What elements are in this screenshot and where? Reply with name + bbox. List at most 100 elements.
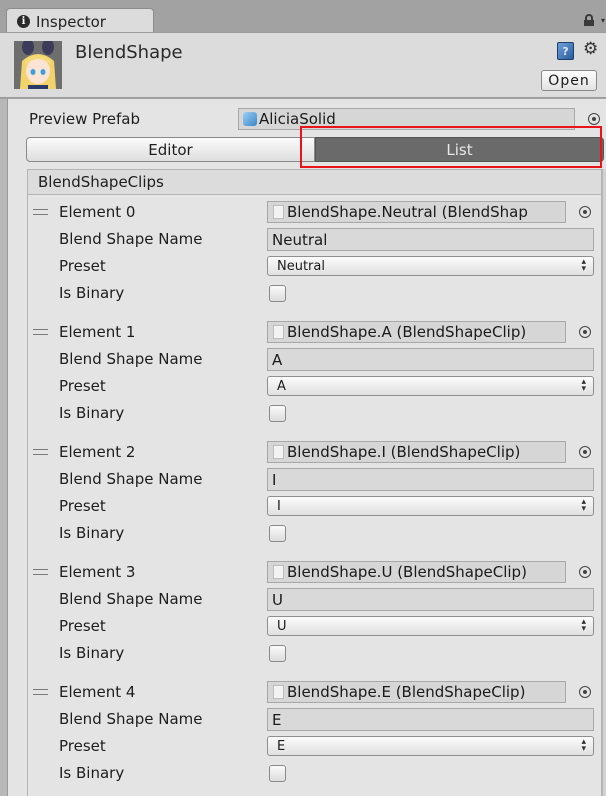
open-button[interactable]: Open <box>541 70 597 91</box>
list-element: Element 0 BlendShape.Neutral (BlendShap … <box>28 200 602 320</box>
asset-file-icon <box>273 445 284 459</box>
avatar <box>14 41 62 89</box>
blend-shape-name-row: Blend Shape Name U <box>28 587 602 611</box>
preset-row: Preset A ▴ ▾ <box>28 374 602 398</box>
object-picker-icon[interactable] <box>579 326 591 338</box>
preview-prefab-field[interactable]: AliciaSolid <box>238 108 575 130</box>
element-label: Element 0 <box>59 203 136 221</box>
dropdown-arrows-icon: ▴ ▾ <box>581 497 586 514</box>
drag-handle-icon[interactable] <box>33 209 48 215</box>
element-header-row: Element 3 BlendShape.U (BlendShapeClip) <box>28 560 602 584</box>
preset-row: Preset E ▴ ▾ <box>28 734 602 758</box>
list-element: Element 2 BlendShape.I (BlendShapeClip) … <box>28 440 602 560</box>
clip-object-field[interactable]: BlendShape.Neutral (BlendShap <box>267 201 566 223</box>
element-label: Element 1 <box>59 323 136 341</box>
object-title: BlendShape <box>75 42 183 63</box>
element-label: Element 4 <box>59 683 136 701</box>
is-binary-checkbox[interactable] <box>269 765 286 782</box>
preset-dropdown[interactable]: A ▴ ▾ <box>267 376 594 396</box>
preset-dropdown[interactable]: Neutral ▴ ▾ <box>267 256 594 276</box>
blend-shape-name-input[interactable]: Neutral <box>267 228 594 251</box>
blend-shape-name-label: Blend Shape Name <box>59 710 203 728</box>
clip-object-field[interactable]: BlendShape.U (BlendShapeClip) <box>267 561 566 583</box>
blend-shape-name-row: Blend Shape Name A <box>28 347 602 371</box>
preset-value: A <box>277 378 286 394</box>
is-binary-row: Is Binary <box>28 401 602 425</box>
dropdown-arrows-icon: ▴ ▾ <box>581 257 586 274</box>
drag-handle-icon[interactable] <box>33 569 48 575</box>
dropdown-arrows-icon: ▴ ▾ <box>581 737 586 754</box>
tab-bar: i Inspector ▾ <box>0 0 606 34</box>
clip-value: BlendShape.A (BlendShapeClip) <box>287 323 527 341</box>
is-binary-checkbox[interactable] <box>269 405 286 422</box>
asset-file-icon <box>273 325 284 339</box>
blend-shape-name-input[interactable]: U <box>267 588 594 611</box>
preset-dropdown[interactable]: U ▴ ▾ <box>267 616 594 636</box>
blend-shape-name-label: Blend Shape Name <box>59 590 203 608</box>
is-binary-row: Is Binary <box>28 521 602 545</box>
blend-shape-name-row: Blend Shape Name I <box>28 467 602 491</box>
clip-value: BlendShape.E (BlendShapeClip) <box>287 683 526 701</box>
is-binary-row: Is Binary <box>28 641 602 665</box>
blend-shape-name-input[interactable]: E <box>267 708 594 731</box>
element-header-row: Element 1 BlendShape.A (BlendShapeClip) <box>28 320 602 344</box>
clip-value: BlendShape.I (BlendShapeClip) <box>287 443 521 461</box>
help-book-icon[interactable]: ? <box>557 42 574 60</box>
object-picker-icon[interactable] <box>579 566 591 578</box>
dropdown-arrows-icon: ▴ ▾ <box>581 617 586 634</box>
element-label: Element 3 <box>59 563 136 581</box>
tab-list[interactable]: List <box>315 137 604 162</box>
clip-object-field[interactable]: BlendShape.E (BlendShapeClip) <box>267 681 566 703</box>
drag-handle-icon[interactable] <box>33 689 48 695</box>
info-icon: i <box>17 15 30 28</box>
preset-value: I <box>277 498 281 514</box>
preset-label: Preset <box>59 497 106 515</box>
preset-value: U <box>277 618 287 634</box>
element-label: Element 2 <box>59 443 136 461</box>
object-picker-icon[interactable] <box>579 686 591 698</box>
object-picker-icon[interactable] <box>579 206 591 218</box>
is-binary-label: Is Binary <box>59 404 125 422</box>
is-binary-checkbox[interactable] <box>269 645 286 662</box>
is-binary-label: Is Binary <box>59 764 125 782</box>
scrollbar[interactable] <box>602 169 606 796</box>
tab-editor[interactable]: Editor <box>26 137 315 162</box>
preview-prefab-label: Preview Prefab <box>29 110 140 128</box>
clip-value: BlendShape.Neutral (BlendShap <box>287 203 528 221</box>
gear-icon[interactable]: ⚙ <box>583 39 598 59</box>
drag-handle-icon[interactable] <box>33 449 48 455</box>
clip-object-field[interactable]: BlendShape.A (BlendShapeClip) <box>267 321 566 343</box>
list-element: Element 3 BlendShape.U (BlendShapeClip) … <box>28 560 602 680</box>
left-strip <box>0 99 8 796</box>
preset-label: Preset <box>59 377 106 395</box>
prefab-cube-icon <box>243 112 257 126</box>
list-element: Element 4 BlendShape.E (BlendShapeClip) … <box>28 680 602 796</box>
clip-object-field[interactable]: BlendShape.I (BlendShapeClip) <box>267 441 566 463</box>
is-binary-checkbox[interactable] <box>269 525 286 542</box>
dropdown-arrows-icon: ▴ ▾ <box>581 377 586 394</box>
preset-row: Preset U ▴ ▾ <box>28 614 602 638</box>
blend-shape-name-input[interactable]: A <box>267 348 594 371</box>
preset-dropdown[interactable]: I ▴ ▾ <box>267 496 594 516</box>
object-picker-icon[interactable] <box>579 446 591 458</box>
mode-toggle: Editor List <box>26 137 604 162</box>
inspector-header: BlendShape ? ⚙ Open <box>0 32 606 98</box>
is-binary-row: Is Binary <box>28 761 602 785</box>
is-binary-checkbox[interactable] <box>269 285 286 302</box>
preset-dropdown[interactable]: E ▴ ▾ <box>267 736 594 756</box>
preset-row: Preset Neutral ▴ ▾ <box>28 254 602 278</box>
preset-label: Preset <box>59 737 106 755</box>
preset-row: Preset I ▴ ▾ <box>28 494 602 518</box>
asset-file-icon <box>273 565 284 579</box>
tab-inspector[interactable]: i Inspector <box>6 8 154 34</box>
is-binary-label: Is Binary <box>59 644 125 662</box>
object-picker-icon[interactable] <box>588 113 600 125</box>
blend-shape-name-row: Blend Shape Name E <box>28 707 602 731</box>
blend-shape-name-label: Blend Shape Name <box>59 350 203 368</box>
tab-menu-icon[interactable]: ▾ <box>601 16 605 25</box>
drag-handle-icon[interactable] <box>33 329 48 335</box>
blend-shape-name-input[interactable]: I <box>267 468 594 491</box>
tab-label: Inspector <box>36 12 106 31</box>
lock-icon[interactable] <box>584 14 594 26</box>
blend-shape-name-label: Blend Shape Name <box>59 470 203 488</box>
